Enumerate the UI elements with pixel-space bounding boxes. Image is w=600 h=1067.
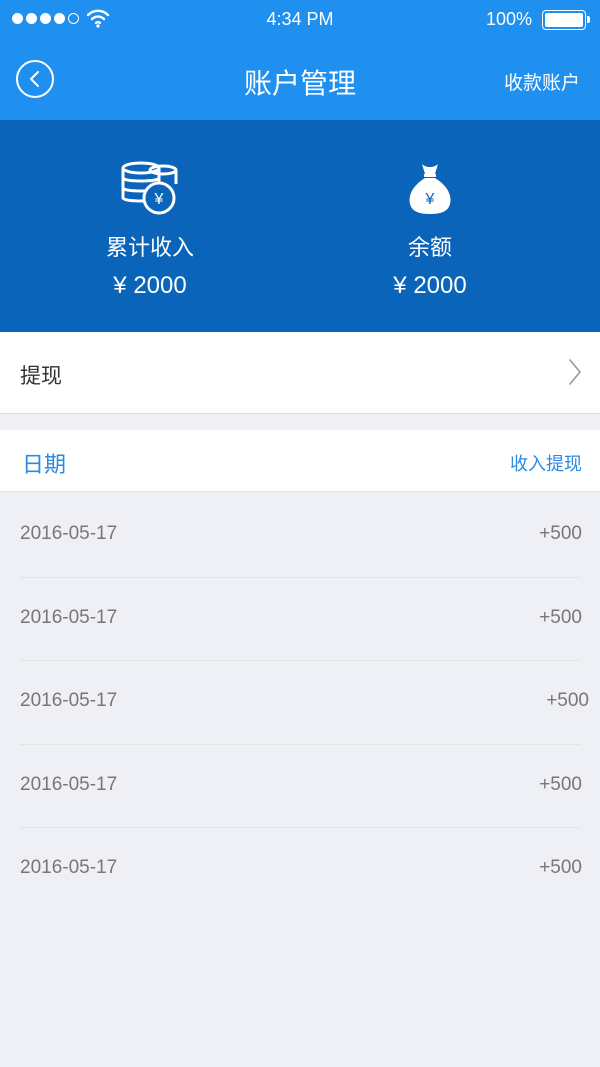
withdraw-row[interactable]: 提现 (0, 332, 600, 414)
top-bar: 4:34 PM 100% 账户管理 收款账户 (0, 0, 600, 120)
list-item[interactable]: 2016-05-17 +500 (0, 827, 600, 911)
battery-percentage: 100% (485, 9, 532, 29)
row-date: 2016-05-17 (20, 606, 118, 628)
battery-icon (542, 10, 590, 30)
row-date: 2016-05-17 (20, 523, 118, 544)
list-item[interactable]: 2016-05-17 +500 (0, 743, 600, 828)
svg-text:¥: ¥ (425, 191, 435, 208)
account-summary: ¥ 累计收入 ¥ 2000 ¥ 余额 ¥ 2000 (0, 120, 600, 332)
total-income-stat: ¥ 累计收入 ¥ 2000 (20, 120, 280, 332)
withdraw-label: 提现 (20, 364, 62, 388)
balance-stat: ¥ 余额 ¥ 2000 (300, 120, 560, 332)
row-amount: +500 (546, 690, 589, 712)
row-amount: +500 (539, 857, 582, 879)
list-item[interactable]: 2016-05-17 +500 (0, 493, 600, 577)
list-item[interactable]: 2016-05-17 +500 (0, 660, 600, 744)
total-income-value: ¥ 2000 (113, 272, 187, 299)
row-amount: +500 (539, 523, 582, 544)
receiving-account-button[interactable]: 收款账户 (504, 68, 580, 95)
nav-bar: 账户管理 收款账户 (0, 40, 600, 120)
money-bag-icon: ¥ (409, 164, 451, 214)
list-header: 日期 收入提现 (0, 430, 600, 492)
row-date: 2016-05-17 (20, 857, 118, 879)
status-bar: 4:34 PM 100% (0, 0, 600, 40)
list-item[interactable]: 2016-05-17 +500 (0, 576, 600, 661)
svg-text:¥: ¥ (154, 191, 164, 208)
balance-value: ¥ 2000 (393, 272, 467, 299)
income-withdraw-filter[interactable]: 收入提现 (510, 450, 582, 476)
row-amount: +500 (539, 773, 582, 795)
balance-label: 余额 (407, 236, 452, 261)
coin-stack-icon: ¥ (121, 161, 178, 215)
total-income-label: 累计收入 (105, 236, 194, 261)
date-column-header: 日期 (22, 453, 67, 478)
row-amount: +500 (539, 606, 582, 628)
chevron-right-icon (569, 359, 581, 385)
transaction-list: 2016-05-17 +500 2016-05-17 +500 2016-05-… (0, 493, 600, 911)
row-date: 2016-05-17 (20, 773, 118, 795)
row-date: 2016-05-17 (20, 690, 118, 712)
